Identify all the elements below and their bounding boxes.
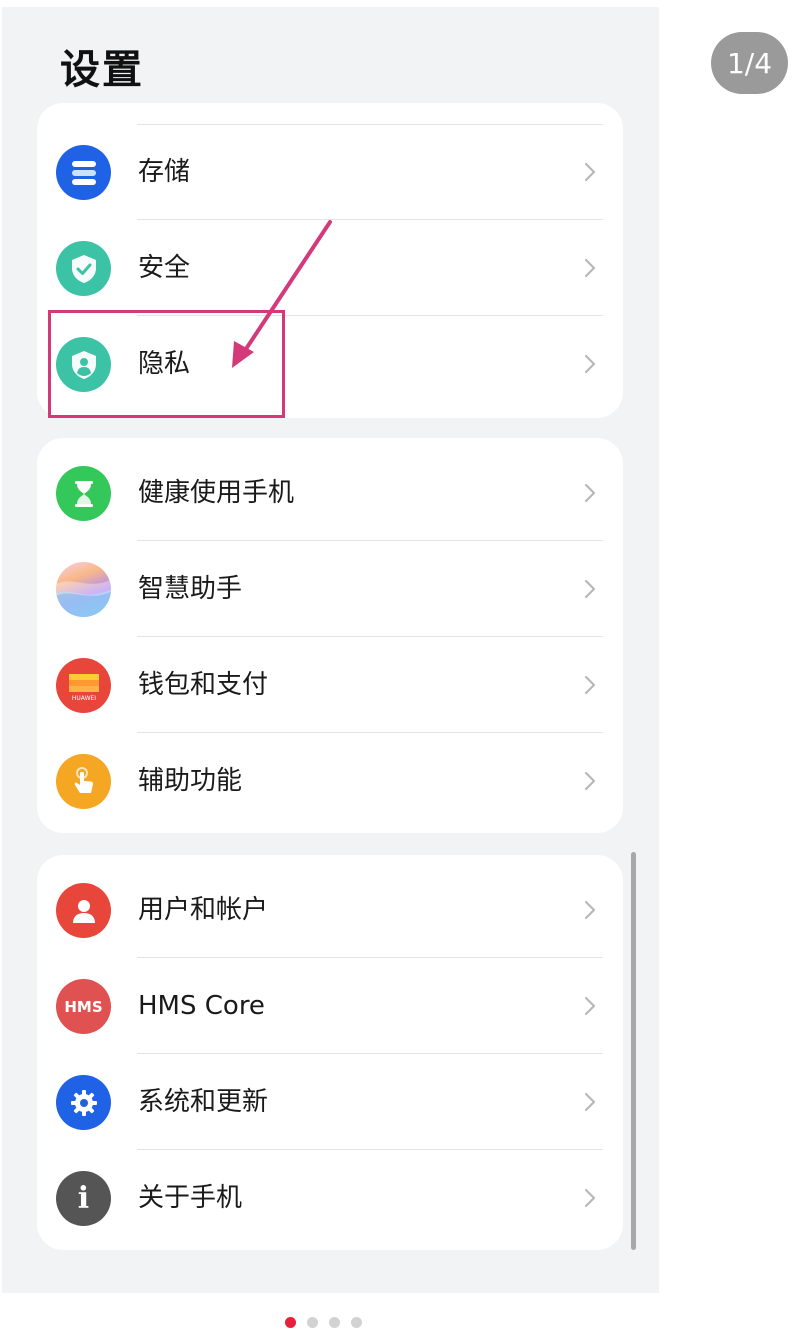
settings-item-hms-core[interactable]: HMS HMS Core [37, 958, 623, 1054]
page-title: 设置 [60, 47, 144, 93]
info-icon-glyph: i [77, 1181, 90, 1216]
settings-group-3: 用户和帐户 HMS HMS Core 系统和更新 i 关于手机 [37, 855, 623, 1250]
page-dot-active[interactable] [285, 1317, 296, 1328]
accessibility-hand-icon [56, 754, 111, 809]
assistant-icon [56, 562, 111, 617]
storage-icon [56, 145, 111, 200]
chevron-right-icon [584, 162, 596, 182]
settings-item-digital-balance[interactable]: 健康使用手机 [37, 445, 623, 541]
wallet-icon: HUAWEI [56, 658, 111, 713]
settings-item-storage[interactable]: 存储 [37, 124, 623, 220]
settings-item-accessibility[interactable]: 辅助功能 [37, 733, 623, 829]
settings-item-about-phone[interactable]: i 关于手机 [37, 1150, 623, 1246]
chevron-right-icon [584, 258, 596, 278]
settings-item-system-updates[interactable]: 系统和更新 [37, 1054, 623, 1150]
chevron-right-icon [584, 771, 596, 791]
chevron-right-icon [584, 579, 596, 599]
settings-item-label: 安全 [138, 253, 191, 283]
settings-item-smart-assistant[interactable]: 智慧助手 [37, 541, 623, 637]
hms-icon-text: HMS [64, 997, 103, 1016]
page-counter-badge: 1/4 [711, 32, 788, 94]
settings-item-label: 关于手机 [138, 1183, 243, 1213]
settings-group-2: 健康使用手机 智慧助手 HUAWEI 钱包和支付 辅助功能 [37, 438, 623, 833]
settings-item-wallet[interactable]: HUAWEI 钱包和支付 [37, 637, 623, 733]
settings-item-label: 辅助功能 [138, 766, 243, 796]
settings-item-label: HMS Core [138, 991, 265, 1021]
page-dot[interactable] [307, 1317, 318, 1328]
page-dot[interactable] [329, 1317, 340, 1328]
gear-icon [56, 1075, 111, 1130]
wallet-icon-text: HUAWEI [71, 695, 95, 702]
settings-item-label: 健康使用手机 [138, 478, 295, 508]
info-icon: i [56, 1171, 111, 1226]
hourglass-icon [56, 466, 111, 521]
chevron-right-icon [584, 1092, 596, 1112]
chevron-right-icon [584, 900, 596, 920]
scrollbar[interactable] [631, 852, 636, 1250]
chevron-right-icon [584, 675, 596, 695]
chevron-right-icon [584, 483, 596, 503]
settings-item-label: 存储 [138, 157, 191, 187]
page-indicator [285, 1317, 362, 1328]
hms-icon: HMS [56, 979, 111, 1034]
settings-item-label: 用户和帐户 [138, 895, 269, 925]
chevron-right-icon [584, 1188, 596, 1208]
settings-item-label: 钱包和支付 [138, 670, 269, 700]
user-icon [56, 883, 111, 938]
chevron-right-icon [584, 996, 596, 1016]
settings-item-security[interactable]: 安全 [37, 220, 623, 316]
shield-check-icon [56, 241, 111, 296]
settings-item-users-accounts[interactable]: 用户和帐户 [37, 862, 623, 958]
chevron-right-icon [584, 354, 596, 374]
settings-item-label: 系统和更新 [138, 1087, 269, 1117]
privacy-highlight-box [48, 310, 285, 418]
page-dot[interactable] [351, 1317, 362, 1328]
settings-item-label: 智慧助手 [138, 574, 243, 604]
